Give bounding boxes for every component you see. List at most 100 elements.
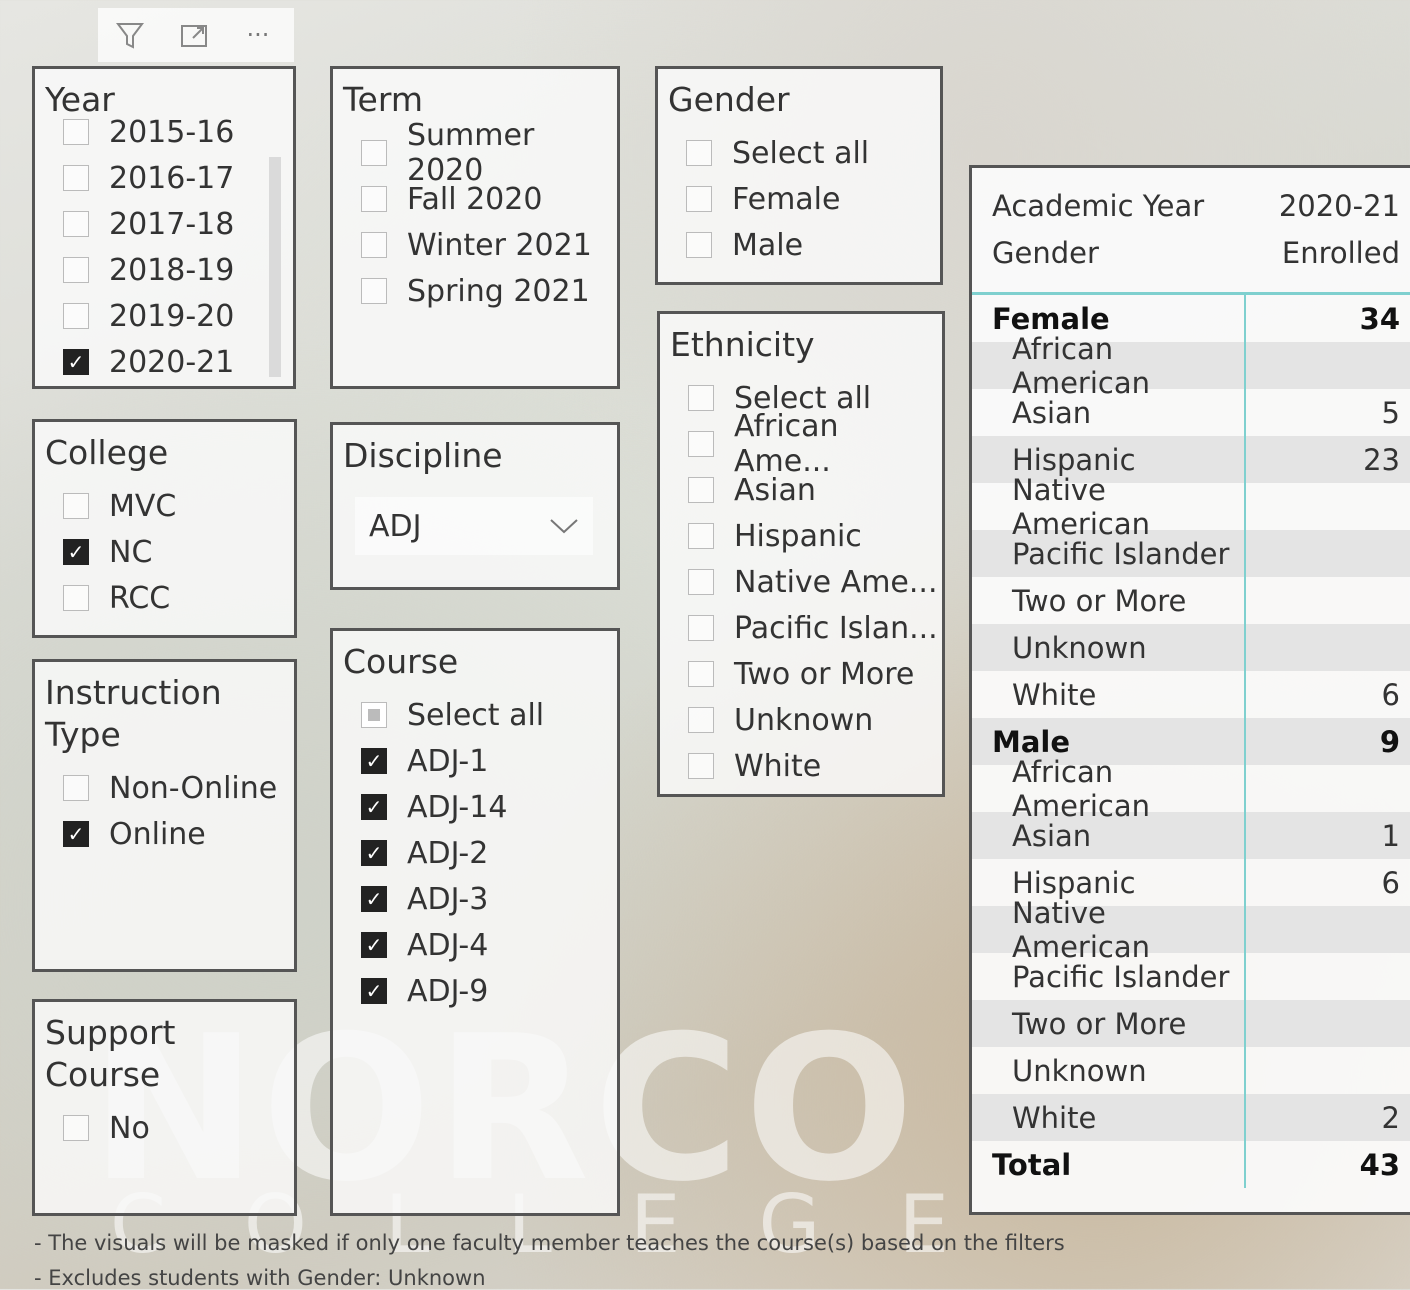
- checkbox-icon[interactable]: [688, 753, 714, 779]
- matrix-row[interactable]: Pacific Islander: [972, 530, 1410, 577]
- checkbox-icon[interactable]: [63, 775, 89, 801]
- checkbox-icon[interactable]: [686, 186, 712, 212]
- checkbox-icon[interactable]: [688, 385, 714, 411]
- checkbox-checked-icon[interactable]: ✓: [361, 840, 387, 866]
- checkbox-icon[interactable]: [63, 493, 89, 519]
- term-item-summer-2020[interactable]: Summer 2020: [361, 118, 617, 188]
- checkbox-icon[interactable]: [361, 278, 387, 304]
- checkbox-icon[interactable]: [688, 523, 714, 549]
- focus-mode-icon[interactable]: [162, 8, 226, 62]
- college-item-rcc[interactable]: RCC: [63, 575, 294, 621]
- college-item-mvc[interactable]: MVC: [63, 483, 294, 529]
- checkbox-icon[interactable]: [63, 165, 89, 191]
- course-item-adj-3[interactable]: ✓ ADJ-3: [361, 876, 617, 922]
- year-item-2019-20[interactable]: 2019-20: [63, 293, 234, 339]
- checkbox-checked-icon[interactable]: ✓: [63, 539, 89, 565]
- gender-list[interactable]: Select all Female Male: [658, 121, 940, 268]
- checkbox-checked-icon[interactable]: ✓: [63, 821, 89, 847]
- matrix-row[interactable]: African American: [972, 332, 1410, 400]
- checkbox-icon[interactable]: [63, 585, 89, 611]
- instruction-type-item-online[interactable]: ✓ Online: [63, 811, 294, 857]
- course-item-adj-1[interactable]: ✓ ADJ-1: [361, 738, 617, 784]
- matrix-row[interactable]: Unknown: [972, 624, 1410, 671]
- instruction-type-item-non-online[interactable]: Non-Online: [63, 765, 294, 811]
- year-item-2018-19[interactable]: 2018-19: [63, 247, 234, 293]
- matrix-row[interactable]: African American: [972, 755, 1410, 823]
- term-list[interactable]: Summer 2020 Fall 2020 Winter 2021 Spring 20…: [333, 118, 617, 314]
- checkbox-icon[interactable]: [361, 232, 387, 258]
- ethnicity-slicer: Ethnicity Select all African Ame... Asian H…: [657, 311, 945, 797]
- checkbox-icon[interactable]: [63, 1115, 89, 1141]
- year-scrollbar[interactable]: [269, 157, 281, 377]
- matrix-row[interactable]: Native American: [972, 896, 1410, 964]
- instruction-type-list[interactable]: Non-Online ✓ Online: [35, 756, 294, 857]
- ethnicity-item-unknown[interactable]: Unknown: [688, 697, 942, 743]
- ethnicity-item-pacific-islan[interactable]: Pacific Islan...: [688, 605, 942, 651]
- matrix-row[interactable]: Native American: [972, 473, 1410, 541]
- course-item-label: ADJ-1: [407, 743, 489, 779]
- matrix-row[interactable]: Asian 5: [972, 389, 1410, 436]
- college-item-nc[interactable]: ✓ NC: [63, 529, 294, 575]
- checkbox-icon[interactable]: [686, 232, 712, 258]
- year-item-2016-17[interactable]: 2016-17: [63, 155, 234, 201]
- gender-item-male[interactable]: Male: [686, 222, 940, 268]
- ethnicity-item-african-ame[interactable]: African Ame...: [688, 409, 942, 479]
- checkbox-checked-icon[interactable]: ✓: [361, 932, 387, 958]
- matrix-row[interactable]: Two or More: [972, 577, 1410, 624]
- matrix-row[interactable]: White 6: [972, 671, 1410, 718]
- checkbox-icon[interactable]: [688, 569, 714, 595]
- support-course-list[interactable]: No: [35, 1096, 294, 1151]
- matrix-row[interactable]: Two or More: [972, 1000, 1410, 1047]
- checkbox-icon[interactable]: [688, 431, 714, 457]
- checkbox-icon[interactable]: [686, 140, 712, 166]
- year-item-2017-18[interactable]: 2017-18: [63, 201, 234, 247]
- filter-icon[interactable]: [98, 8, 162, 62]
- checkbox-checked-icon[interactable]: ✓: [361, 886, 387, 912]
- course-item-adj-14[interactable]: ✓ ADJ-14: [361, 784, 617, 830]
- checkbox-checked-icon[interactable]: ✓: [361, 978, 387, 1004]
- checkbox-icon[interactable]: [688, 477, 714, 503]
- year-list[interactable]: 2015-16 2016-17 2017-18 2018-19 2019-20 ✓ 2020…: [63, 109, 234, 385]
- checkbox-icon[interactable]: [63, 211, 89, 237]
- checkbox-icon[interactable]: [361, 186, 387, 212]
- course-list[interactable]: Select all ✓ ADJ-1 ✓ ADJ-14 ✓ ADJ-2 ✓ ADJ-3 ✓ ADJ-…: [333, 683, 617, 1014]
- discipline-dropdown[interactable]: ADJ: [355, 497, 593, 555]
- course-slicer-title: Course: [343, 642, 459, 681]
- ethnicity-list[interactable]: Select all African Ame... Asian Hispanic Nat…: [660, 366, 942, 789]
- checkbox-checked-icon[interactable]: ✓: [361, 748, 387, 774]
- matrix-group-row[interactable]: Total 43: [972, 1141, 1410, 1188]
- gender-item-select-all[interactable]: Select all: [686, 130, 940, 176]
- term-item-spring-2021[interactable]: Spring 2021: [361, 268, 617, 314]
- checkbox-icon[interactable]: [63, 257, 89, 283]
- ethnicity-item-white[interactable]: White: [688, 743, 942, 789]
- checkbox-icon[interactable]: [63, 119, 89, 145]
- checkbox-icon[interactable]: [688, 661, 714, 687]
- matrix-row[interactable]: Pacific Islander: [972, 953, 1410, 1000]
- checkbox-icon[interactable]: [63, 303, 89, 329]
- gender-item-female[interactable]: Female: [686, 176, 940, 222]
- more-options-icon[interactable]: ···: [226, 8, 290, 62]
- ethnicity-item-native-ame[interactable]: Native Ame...: [688, 559, 942, 605]
- course-item-select-all[interactable]: Select all: [361, 692, 617, 738]
- course-item-adj-4[interactable]: ✓ ADJ-4: [361, 922, 617, 968]
- matrix-row[interactable]: White 2: [972, 1094, 1410, 1141]
- checkbox-icon[interactable]: [361, 702, 387, 728]
- term-item-winter-2021[interactable]: Winter 2021: [361, 222, 617, 268]
- checkbox-icon[interactable]: [688, 707, 714, 733]
- matrix-row[interactable]: Unknown: [972, 1047, 1410, 1094]
- matrix-row[interactable]: Asian 1: [972, 812, 1410, 859]
- ethnicity-item-two-or-more[interactable]: Two or More: [688, 651, 942, 697]
- course-item-adj-9[interactable]: ✓ ADJ-9: [361, 968, 617, 1014]
- support-course-item-no[interactable]: No: [63, 1105, 294, 1151]
- checkbox-checked-icon[interactable]: ✓: [361, 794, 387, 820]
- year-item-2020-21[interactable]: ✓ 2020-21: [63, 339, 234, 385]
- instruction-type-title-line2: Type: [45, 715, 121, 754]
- course-item-adj-2[interactable]: ✓ ADJ-2: [361, 830, 617, 876]
- checkbox-checked-icon[interactable]: ✓: [63, 349, 89, 375]
- college-list[interactable]: MVC ✓ NC RCC: [35, 474, 294, 621]
- ethnicity-item-hispanic[interactable]: Hispanic: [688, 513, 942, 559]
- matrix-header-enrolled[interactable]: Enrolled: [1244, 229, 1410, 276]
- year-item-2015-16[interactable]: 2015-16: [63, 109, 234, 155]
- checkbox-icon[interactable]: [688, 615, 714, 641]
- checkbox-icon[interactable]: [361, 140, 387, 166]
